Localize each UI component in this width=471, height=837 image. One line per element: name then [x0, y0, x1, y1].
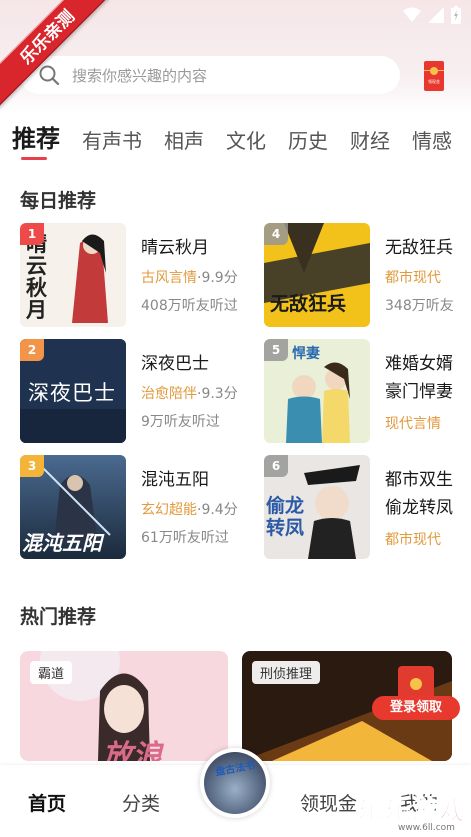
book-title: 深夜巴士 — [141, 354, 209, 374]
hot-card-tag: 刑侦推理 — [252, 661, 321, 684]
tab-crosstalk[interactable]: 相声 — [164, 125, 204, 154]
book-score: ·9.4分 — [197, 502, 238, 518]
book-title-line1: 难婚女婿 — [385, 354, 453, 374]
tab-finance[interactable]: 财经 — [350, 125, 390, 154]
book-listeners: 348万听友 — [385, 298, 454, 314]
book-cover: 深夜巴士 2 — [20, 339, 126, 443]
book-score: ·9.3分 — [197, 386, 238, 402]
nav-earn-cash[interactable]: 领现金 — [300, 789, 357, 816]
nav-home[interactable]: 首页 — [28, 789, 66, 816]
book-item[interactable]: 无敌狂兵 4 无敌狂兵 都市现代 348万听友 — [264, 223, 471, 327]
ribbon-text: 乐乐亲测 — [0, 0, 110, 108]
cover-title: 无敌狂兵 — [270, 293, 347, 315]
book-meta: 都市现代 — [385, 267, 441, 287]
rank-badge: 6 — [264, 455, 288, 477]
daily-section-title: 每日推荐 — [20, 190, 97, 212]
rank-badge: 2 — [20, 339, 44, 361]
book-listeners: 408万听友听过 — [141, 298, 238, 314]
book-listeners: 61万听友听过 — [141, 530, 229, 546]
watermark-url: www.6ll.com — [398, 823, 455, 833]
book-item[interactable]: 偷龙转凤 6 都市双生 偷龙转凤 都市现代 — [264, 455, 471, 559]
active-tab-indicator — [21, 157, 47, 160]
tab-history[interactable]: 历史 — [288, 125, 328, 154]
login-gift-widget[interactable]: 登录领取 — [372, 666, 460, 720]
book-score: ·9.9分 — [197, 270, 238, 286]
status-bar — [403, 4, 461, 26]
book-cover: 混沌五阳 3 — [20, 455, 126, 559]
hot-section-title: 热门推荐 — [20, 606, 97, 628]
book-meta: 现代言情 — [385, 413, 441, 433]
hot-card[interactable]: 霸道 放浪 — [20, 651, 228, 761]
redpacket-label: 领现金 — [428, 79, 440, 84]
book-item[interactable]: 混沌五阳 3 混沌五阳 玄幻超能·9.4分 61万听友听过 — [20, 455, 260, 559]
site-watermark: 乐乐游戏 www.6ll.com — [357, 790, 467, 834]
wifi-icon — [403, 7, 421, 22]
battery-icon — [451, 6, 461, 24]
now-playing-disc[interactable]: 盘古法书 — [200, 748, 270, 818]
book-cover: 偷龙转凤 6 — [264, 455, 370, 559]
book-cover: 无敌狂兵 4 — [264, 223, 370, 327]
cover-title: 晴云秋月 — [26, 233, 47, 322]
book-title: 混沌五阳 — [141, 470, 209, 490]
rank-badge: 5 — [264, 339, 288, 361]
login-gift-button[interactable]: 登录领取 — [372, 696, 460, 720]
book-meta: 都市现代 — [385, 529, 441, 549]
book-title-line1: 都市双生 — [385, 470, 453, 490]
book-item[interactable]: 深夜巴士 2 深夜巴士 治愈陪伴·9.3分 9万听友听过 — [20, 339, 260, 443]
signal-icon — [428, 7, 444, 23]
book-cover: 晴云秋月 1 — [20, 223, 126, 327]
tab-emotion[interactable]: 情感 — [412, 125, 452, 154]
tab-audiobook[interactable]: 有声书 — [82, 125, 142, 154]
rank-badge: 4 — [264, 223, 288, 245]
book-title-line2: 豪门悍妻 — [385, 382, 453, 402]
book-title: 晴云秋月 — [141, 238, 209, 258]
hot-card-cover-title: 放浪 — [102, 739, 162, 761]
hot-card-tag: 霸道 — [30, 661, 73, 684]
book-listeners: 9万听友听过 — [141, 414, 220, 430]
watermark-name: 乐乐游戏 — [357, 796, 467, 827]
book-genre: 玄幻超能 — [141, 502, 197, 518]
book-genre: 都市现代 — [385, 270, 441, 286]
category-tabs: 推荐 有声书 相声 文化 历史 财经 情感 评 — [12, 119, 471, 154]
cover-title: 深夜巴士 — [28, 381, 116, 405]
book-meta: 治愈陪伴·9.3分 — [141, 383, 238, 403]
tab-culture[interactable]: 文化 — [226, 125, 266, 154]
book-genre: 都市现代 — [385, 532, 441, 548]
rank-badge: 3 — [20, 455, 44, 477]
book-title-line2: 偷龙转凤 — [385, 498, 453, 518]
corner-ribbon: 乐乐亲测 — [0, 0, 110, 110]
book-cover: 悍妻 5 — [264, 339, 370, 443]
book-genre: 现代言情 — [385, 416, 441, 432]
book-genre: 治愈陪伴 — [141, 386, 197, 402]
book-item[interactable]: 悍妻 5 难婚女婿 豪门悍妻 现代言情 — [264, 339, 471, 443]
rank-badge: 1 — [20, 223, 44, 245]
book-meta: 玄幻超能·9.4分 — [141, 499, 238, 519]
tab-recommend[interactable]: 推荐 — [12, 119, 60, 154]
nav-category[interactable]: 分类 — [122, 789, 160, 816]
book-meta: 古风言情·9.9分 — [141, 267, 238, 287]
cover-title: 悍妻 — [292, 346, 320, 362]
redpacket-icon[interactable]: 领现金 — [424, 61, 444, 91]
cover-title: 混沌五阳 — [22, 531, 102, 555]
book-title: 无敌狂兵 — [385, 238, 453, 258]
book-item[interactable]: 晴云秋月 1 晴云秋月 古风言情·9.9分 408万听友听过 — [20, 223, 260, 327]
cover-title: 偷龙转凤 — [266, 495, 305, 539]
book-genre: 古风言情 — [141, 270, 197, 286]
